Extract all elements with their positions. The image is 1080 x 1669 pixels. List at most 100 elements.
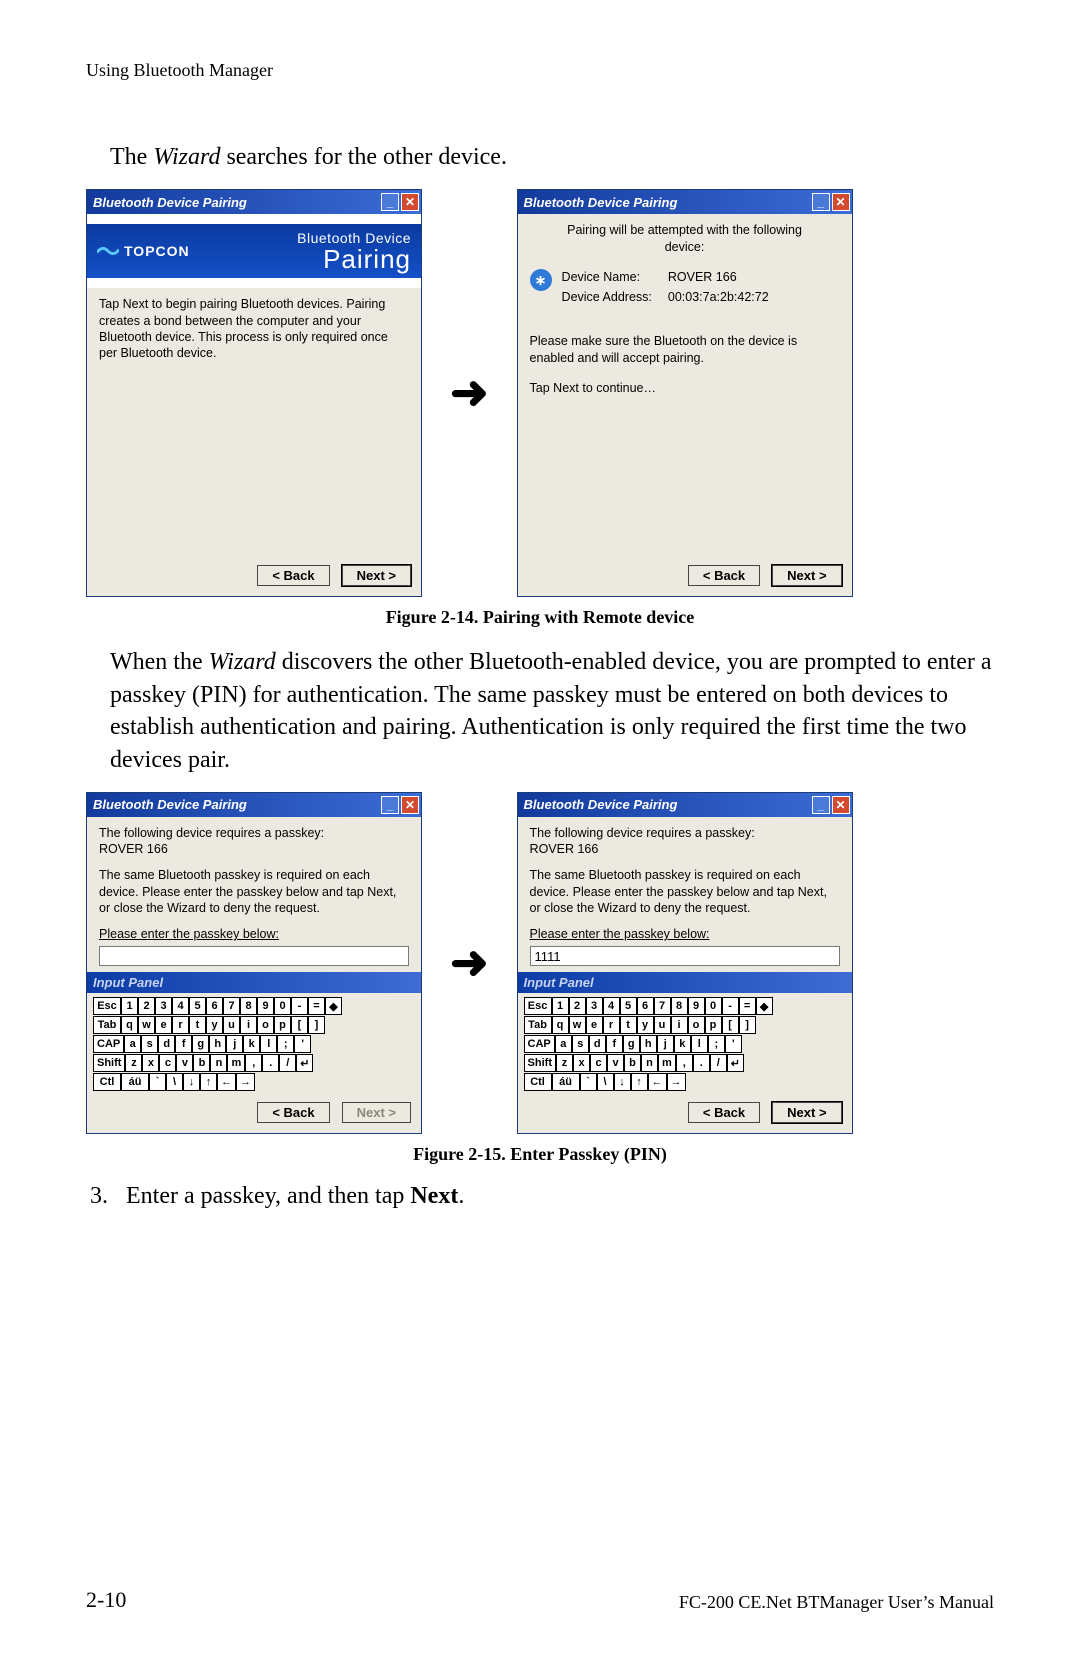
key[interactable]: w	[138, 1016, 155, 1034]
key[interactable]: 1	[121, 997, 138, 1015]
key[interactable]: -	[722, 997, 739, 1015]
next-button[interactable]: Next >	[342, 1102, 411, 1123]
key[interactable]: g	[192, 1035, 209, 1053]
key[interactable]: j	[226, 1035, 243, 1053]
key[interactable]: e	[586, 1016, 603, 1034]
key[interactable]: [	[291, 1016, 308, 1034]
key[interactable]: p	[274, 1016, 291, 1034]
key[interactable]: ←	[648, 1073, 667, 1091]
key[interactable]: x	[573, 1054, 590, 1072]
key[interactable]: 5	[620, 997, 637, 1015]
key[interactable]: /	[279, 1054, 296, 1072]
key[interactable]: Ctl	[524, 1073, 552, 1091]
key[interactable]: v	[176, 1054, 193, 1072]
key[interactable]: Esc	[524, 997, 552, 1015]
key[interactable]: áü	[552, 1073, 580, 1091]
back-button[interactable]: < Back	[257, 565, 329, 586]
key[interactable]: d	[589, 1035, 606, 1053]
key[interactable]: ←	[217, 1073, 236, 1091]
key[interactable]: 4	[603, 997, 620, 1015]
key[interactable]: 4	[172, 997, 189, 1015]
key[interactable]: u	[223, 1016, 240, 1034]
key[interactable]: Tab	[93, 1016, 121, 1034]
key[interactable]: c	[159, 1054, 176, 1072]
key[interactable]: s	[572, 1035, 589, 1053]
key[interactable]: Shift	[524, 1054, 556, 1072]
key[interactable]: 6	[206, 997, 223, 1015]
key[interactable]: 2	[138, 997, 155, 1015]
key[interactable]: Tab	[524, 1016, 552, 1034]
key[interactable]: -	[291, 997, 308, 1015]
key[interactable]: 0	[274, 997, 291, 1015]
key[interactable]: →	[236, 1073, 255, 1091]
key[interactable]: [	[722, 1016, 739, 1034]
back-button[interactable]: < Back	[688, 1102, 760, 1123]
key[interactable]: r	[603, 1016, 620, 1034]
key[interactable]: d	[158, 1035, 175, 1053]
passkey-input[interactable]	[530, 946, 840, 966]
key[interactable]: .	[693, 1054, 710, 1072]
key[interactable]: Ctl	[93, 1073, 121, 1091]
key[interactable]: '	[294, 1035, 311, 1053]
key[interactable]: '	[725, 1035, 742, 1053]
key[interactable]: ◆	[325, 997, 342, 1015]
key[interactable]: k	[243, 1035, 260, 1053]
key[interactable]: 3	[586, 997, 603, 1015]
key[interactable]: 9	[688, 997, 705, 1015]
key[interactable]: t	[189, 1016, 206, 1034]
next-button[interactable]: Next >	[772, 565, 841, 586]
key[interactable]: z	[125, 1054, 142, 1072]
key[interactable]: 8	[240, 997, 257, 1015]
key[interactable]: o	[257, 1016, 274, 1034]
key[interactable]: 0	[705, 997, 722, 1015]
key[interactable]: CAP	[93, 1035, 124, 1053]
key[interactable]: b	[193, 1054, 210, 1072]
minimize-icon[interactable]: _	[812, 796, 830, 814]
minimize-icon[interactable]: _	[812, 193, 830, 211]
key[interactable]: j	[657, 1035, 674, 1053]
close-icon[interactable]: ✕	[401, 796, 419, 814]
key[interactable]: =	[308, 997, 325, 1015]
key[interactable]: h	[209, 1035, 226, 1053]
key[interactable]: ↵	[296, 1054, 313, 1072]
key[interactable]: áü	[121, 1073, 149, 1091]
key[interactable]: y	[206, 1016, 223, 1034]
key[interactable]: =	[739, 997, 756, 1015]
key[interactable]: b	[624, 1054, 641, 1072]
close-icon[interactable]: ✕	[832, 796, 850, 814]
key[interactable]: i	[671, 1016, 688, 1034]
back-button[interactable]: < Back	[257, 1102, 329, 1123]
key[interactable]: a	[124, 1035, 141, 1053]
key[interactable]: l	[691, 1035, 708, 1053]
key[interactable]: 3	[155, 997, 172, 1015]
key[interactable]: z	[556, 1054, 573, 1072]
soft-keyboard[interactable]: Esc1234567890-=◆Tabqwertyuiop[]CAPasdfgh…	[87, 993, 421, 1094]
close-icon[interactable]: ✕	[832, 193, 850, 211]
key[interactable]: p	[705, 1016, 722, 1034]
key[interactable]: 5	[189, 997, 206, 1015]
key[interactable]: ↵	[727, 1054, 744, 1072]
soft-keyboard[interactable]: Esc1234567890-=◆Tabqwertyuiop[]CAPasdfgh…	[518, 993, 852, 1094]
key[interactable]: x	[142, 1054, 159, 1072]
key[interactable]: g	[623, 1035, 640, 1053]
key[interactable]: c	[590, 1054, 607, 1072]
close-icon[interactable]: ✕	[401, 193, 419, 211]
key[interactable]: ,	[676, 1054, 693, 1072]
key[interactable]: y	[637, 1016, 654, 1034]
key[interactable]: 9	[257, 997, 274, 1015]
passkey-input[interactable]	[99, 946, 409, 966]
key[interactable]: ◆	[756, 997, 773, 1015]
key[interactable]: s	[141, 1035, 158, 1053]
key[interactable]: ]	[739, 1016, 756, 1034]
key[interactable]: m	[227, 1054, 245, 1072]
key[interactable]: w	[569, 1016, 586, 1034]
key[interactable]: /	[710, 1054, 727, 1072]
key[interactable]: 2	[569, 997, 586, 1015]
key[interactable]: a	[555, 1035, 572, 1053]
key[interactable]: 8	[671, 997, 688, 1015]
key[interactable]: f	[606, 1035, 623, 1053]
back-button[interactable]: < Back	[688, 565, 760, 586]
key[interactable]: u	[654, 1016, 671, 1034]
key[interactable]: f	[175, 1035, 192, 1053]
key[interactable]: ;	[708, 1035, 725, 1053]
